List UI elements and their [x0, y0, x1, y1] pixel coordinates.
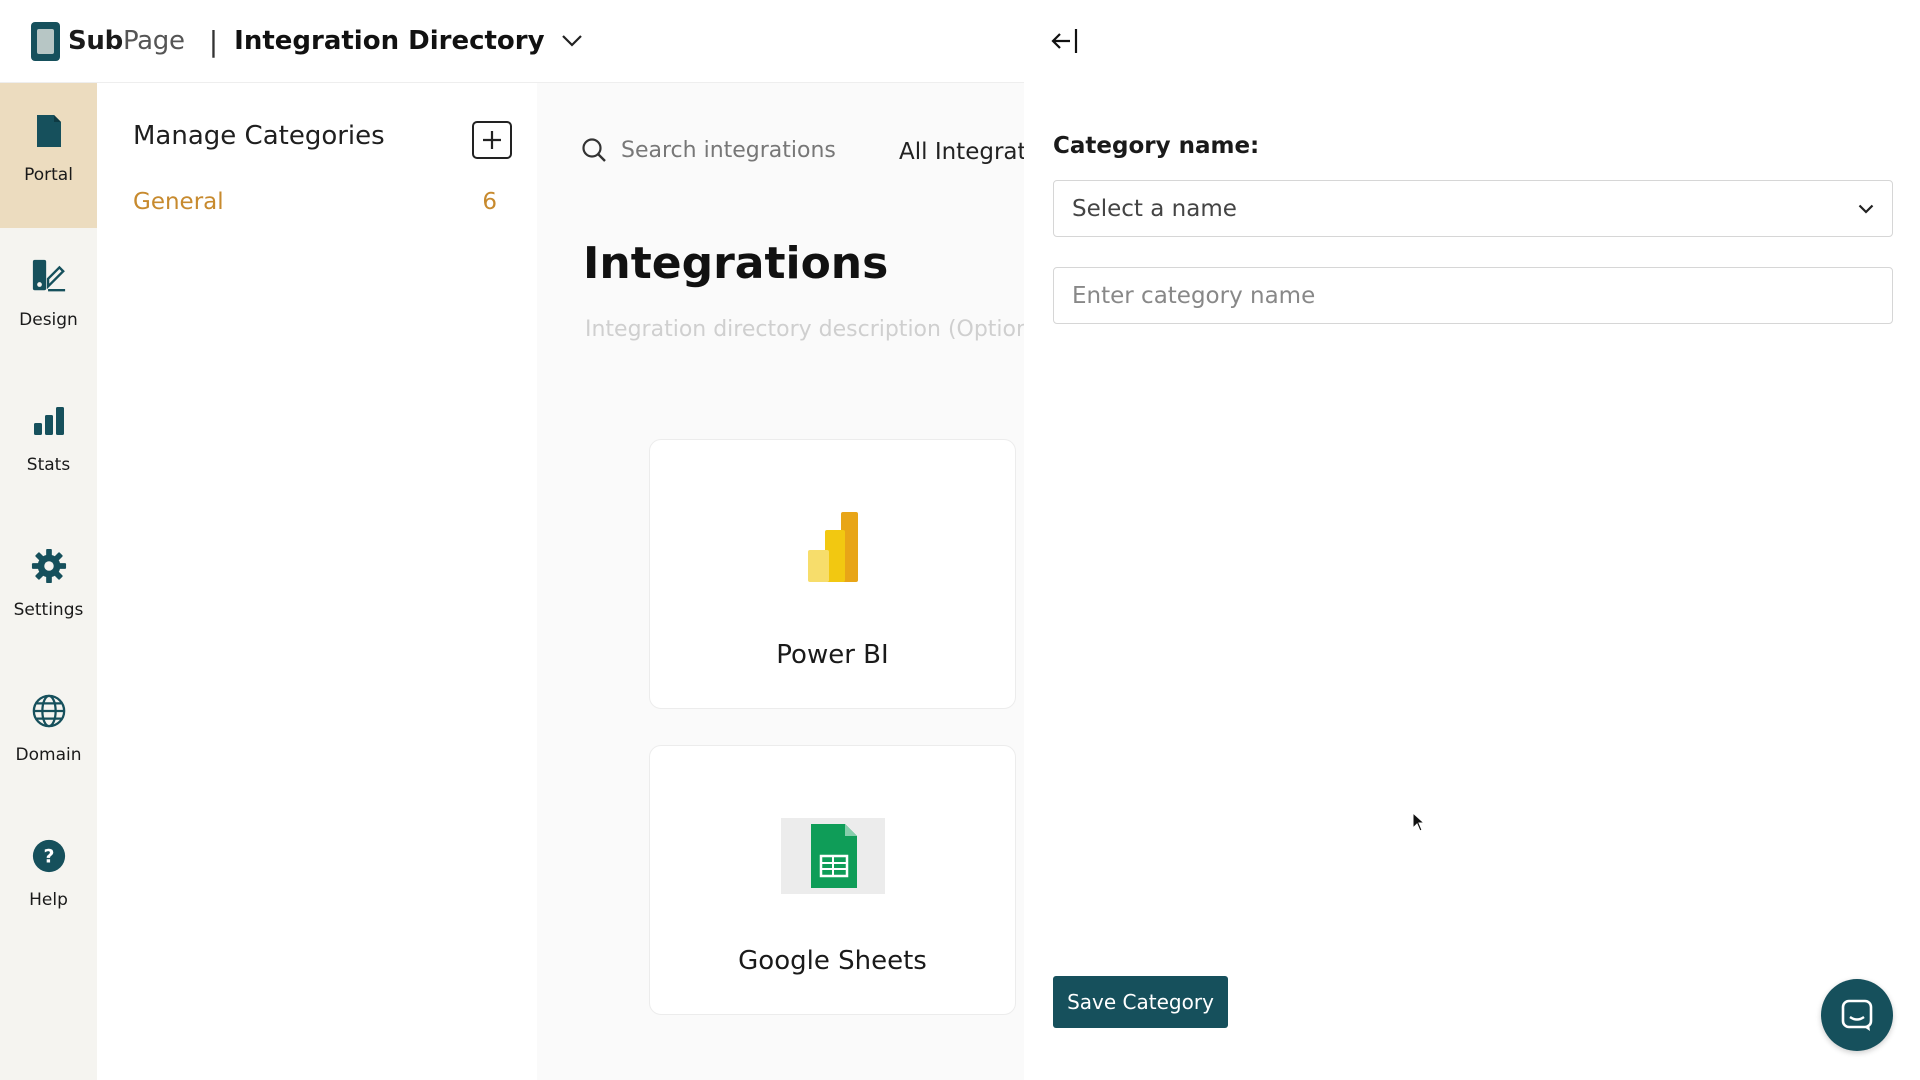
power-bi-icon — [805, 512, 861, 588]
gear-icon — [31, 546, 67, 586]
integration-name: Google Sheets — [738, 946, 927, 976]
sidebar-item-domain[interactable]: Domain — [0, 663, 97, 808]
category-name-input[interactable] — [1053, 267, 1893, 324]
category-name-label: Category name: — [1053, 133, 1260, 159]
sidebar-item-label: Help — [29, 890, 68, 910]
mouse-cursor-icon — [1412, 812, 1426, 832]
integration-name: Power BI — [776, 640, 889, 670]
chevron-down-icon — [1858, 204, 1874, 214]
category-name-select[interactable]: Select a name — [1053, 180, 1893, 237]
integrations-main: Search integrations All Integrati Integr… — [537, 83, 1024, 1080]
integration-card-google-sheets[interactable]: Google Sheets — [649, 745, 1016, 1015]
sidebar-item-stats[interactable]: Stats — [0, 373, 97, 518]
integration-card-power-bi[interactable]: Power BI — [649, 439, 1016, 709]
sidebar-item-help[interactable]: ? Help — [0, 808, 97, 953]
sidebar-nav: Portal Design Stats Settings Domain ? He… — [0, 83, 97, 1080]
tab-all-integrations[interactable]: All Integrati — [899, 139, 1024, 165]
collapse-drawer-button[interactable] — [1050, 24, 1086, 58]
chat-widget-button[interactable] — [1821, 979, 1893, 1051]
top-bar: SubPage | Integration Directory — [0, 0, 1024, 83]
sidebar-item-settings[interactable]: Settings — [0, 518, 97, 663]
sidebar-item-label: Portal — [24, 165, 73, 185]
categories-title: Manage Categories — [133, 121, 385, 151]
save-category-button[interactable]: Save Category — [1053, 976, 1228, 1028]
sidebar-item-label: Stats — [26, 455, 71, 475]
page-title: Integrations — [583, 238, 889, 289]
svg-text:?: ? — [43, 846, 54, 868]
logo-icon — [31, 21, 60, 61]
bar-chart-icon — [31, 401, 67, 441]
logo-text: SubPage — [68, 26, 185, 56]
chevron-down-icon[interactable] — [561, 34, 583, 48]
search-bar[interactable]: Search integrations — [581, 137, 836, 163]
arrow-left-icon — [1051, 29, 1078, 53]
category-drawer: Category name: Select a name Save Catego… — [1024, 0, 1920, 1080]
sidebar-item-design[interactable]: Design — [0, 228, 97, 373]
categories-panel: Manage Categories General 6 — [97, 83, 537, 1080]
category-name: General — [133, 189, 224, 215]
chat-icon — [1841, 999, 1873, 1031]
design-icon — [31, 256, 67, 296]
search-input[interactable]: Search integrations — [621, 138, 836, 163]
document-icon — [31, 111, 67, 151]
sidebar-item-label: Domain — [15, 745, 82, 765]
sidebar-item-label: Design — [19, 310, 78, 330]
google-sheets-icon — [780, 818, 885, 898]
help-icon: ? — [31, 836, 67, 876]
description-input[interactable]: Integration directory description (Optio… — [585, 317, 1024, 342]
select-value: Select a name — [1072, 195, 1237, 222]
globe-icon — [31, 691, 67, 731]
sidebar-item-label: Settings — [13, 600, 84, 620]
directory-title[interactable]: Integration Directory — [234, 26, 544, 56]
category-count: 6 — [482, 189, 497, 215]
category-item-general[interactable]: General 6 — [133, 189, 497, 215]
header-separator: | — [208, 24, 219, 58]
subpage-logo[interactable]: SubPage — [31, 21, 185, 61]
add-category-button[interactable] — [472, 121, 512, 159]
search-icon — [582, 138, 606, 162]
plus-icon — [483, 131, 501, 149]
sidebar-item-portal[interactable]: Portal — [0, 83, 97, 228]
